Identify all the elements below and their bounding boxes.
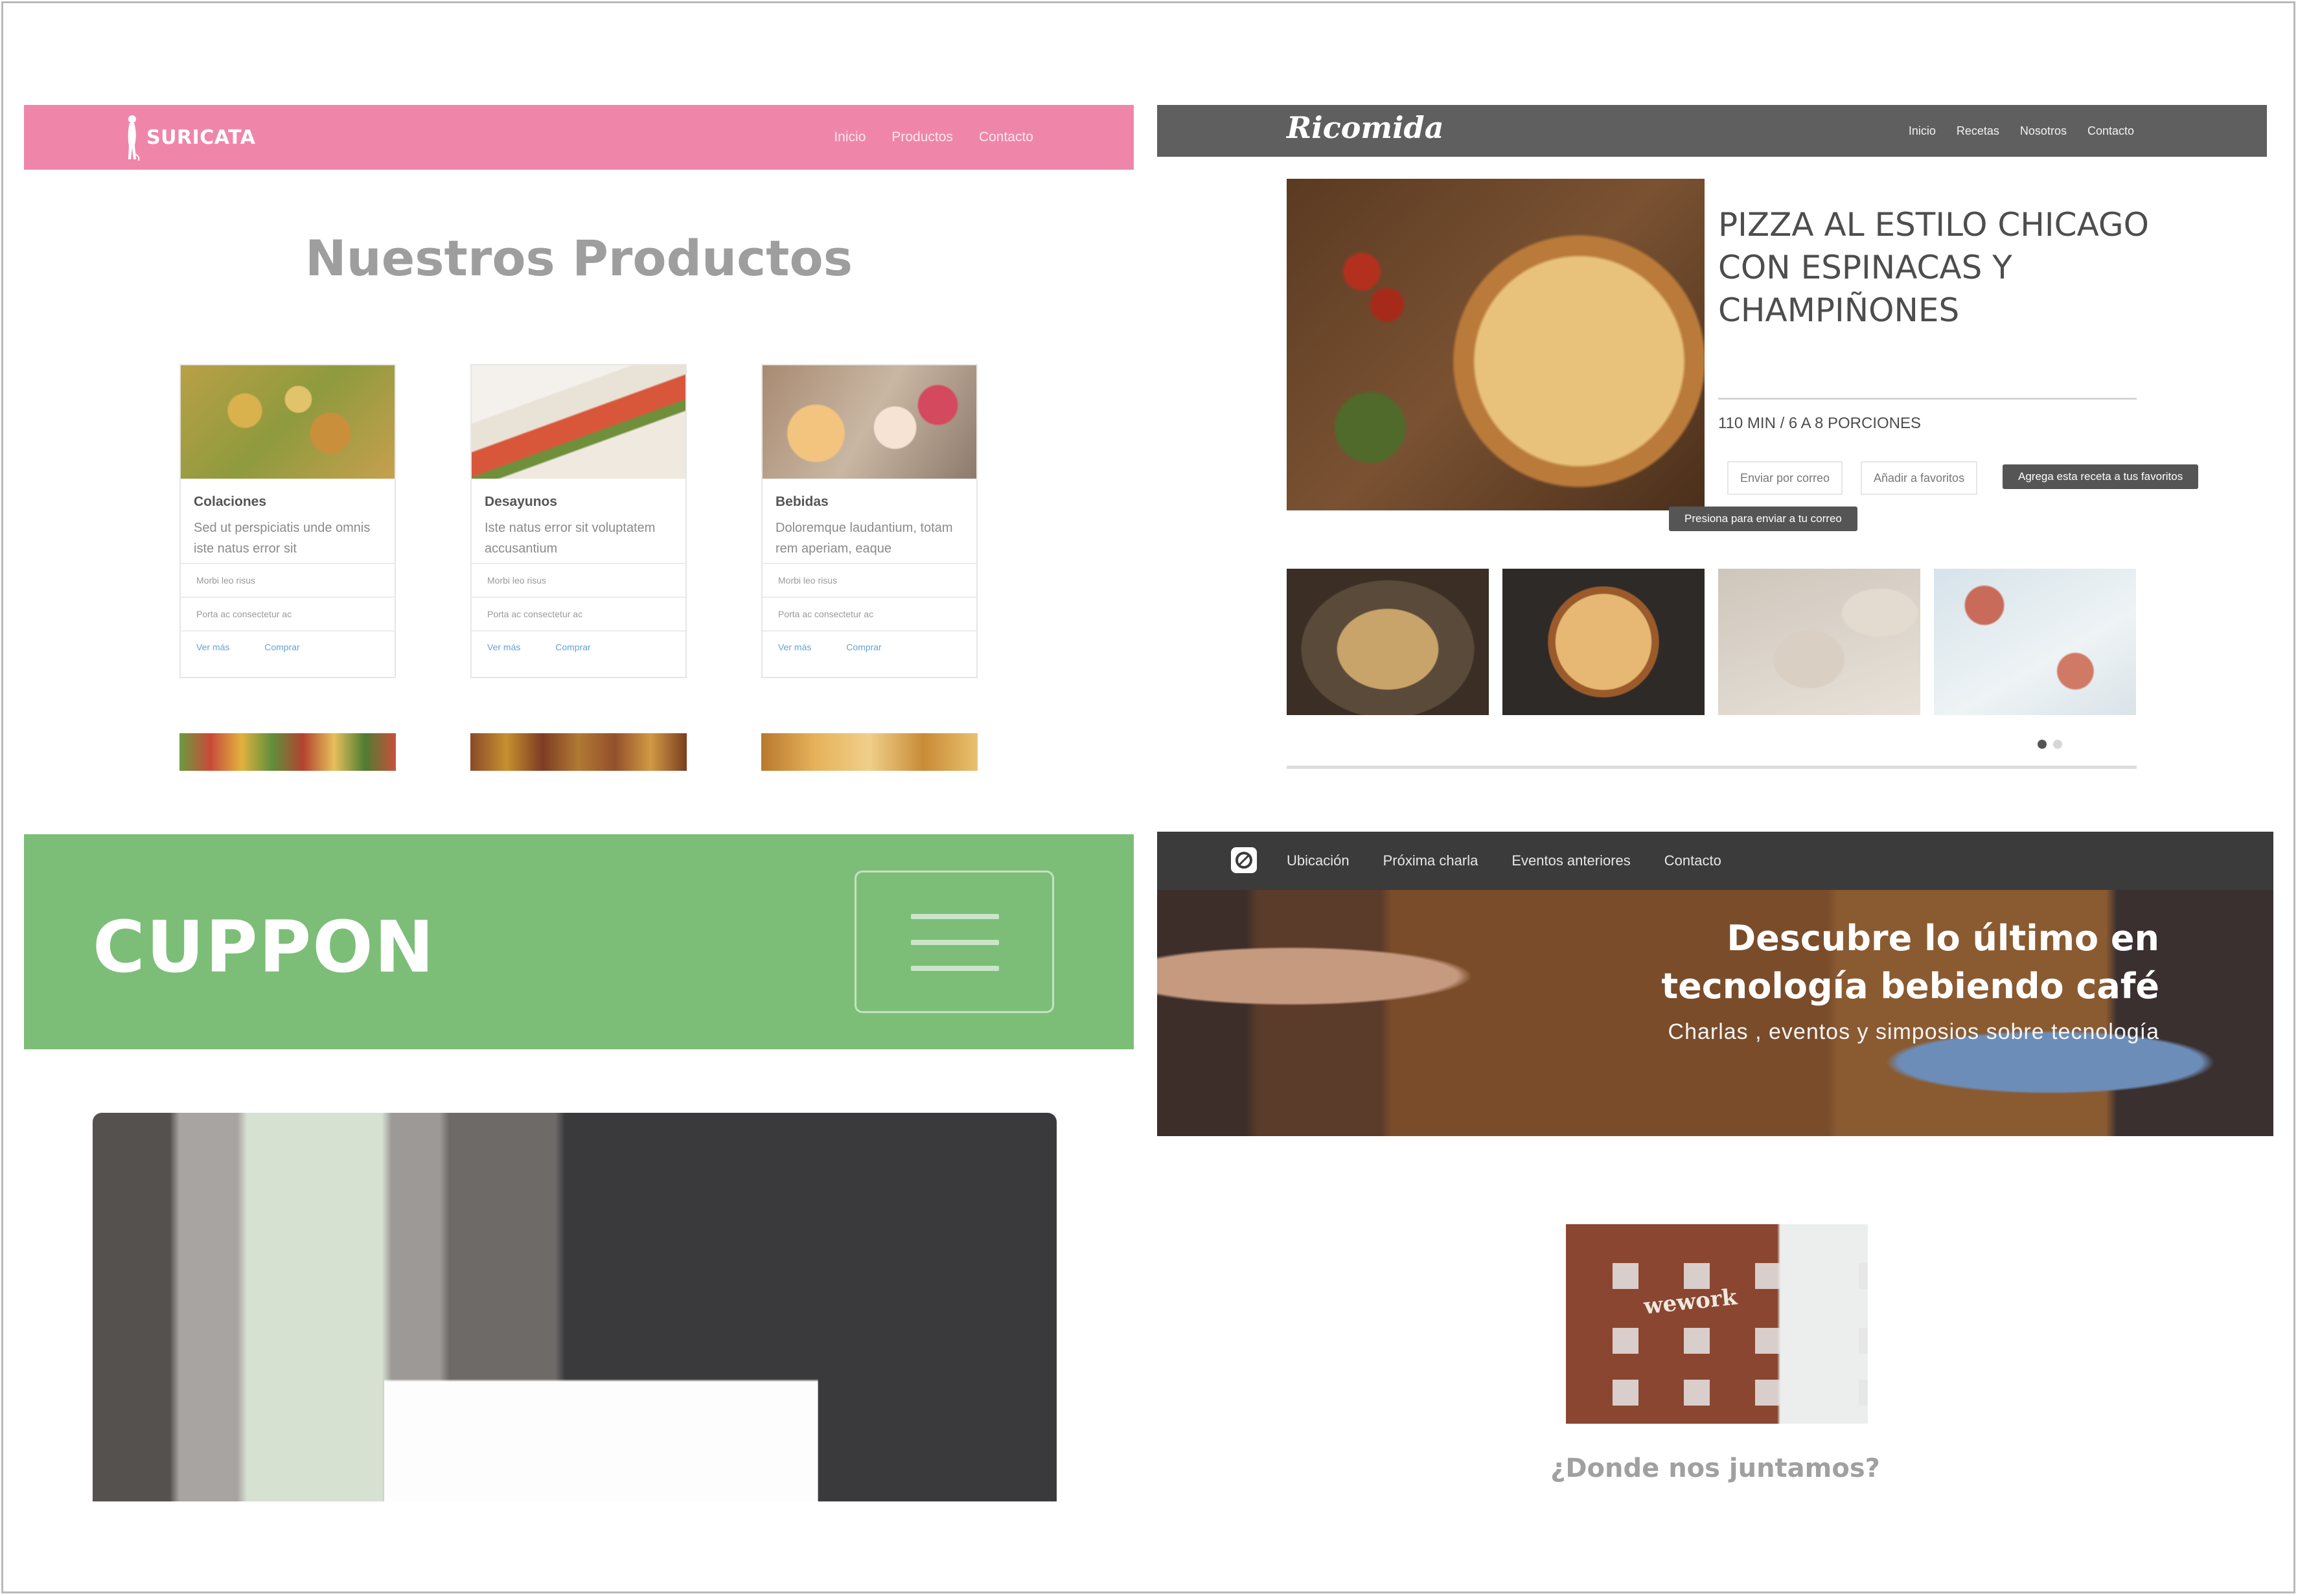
product-description: Sed ut perspiciatis unde omnis iste natu… (194, 521, 371, 556)
favorite-tooltip: Agrega esta receta a tus favoritos (2003, 464, 2199, 489)
product-description: Doloremque laudantium, totam rem aperiam… (776, 521, 953, 556)
divider (1718, 398, 2137, 400)
suricata-navbar: SURICATA Inicio Productos Contacto (24, 105, 1134, 170)
nav-nosotros[interactable]: Nosotros (2020, 124, 2067, 138)
ricomida-site: Ricomida Inicio Recetas Nosotros Contact… (1157, 105, 2267, 772)
ricomida-nav-links: Inicio Recetas Nosotros Contacto (1909, 105, 2134, 157)
email-button[interactable]: Enviar por correo (1727, 461, 1843, 495)
recipe-thumbnail[interactable] (1502, 569, 1705, 715)
product-links: Ver más Comprar (763, 630, 976, 663)
product-links: Ver más Comprar (472, 630, 685, 663)
product-name: Desayunos (485, 494, 558, 509)
recipe-hero-image (1287, 179, 1705, 510)
product-image (472, 365, 685, 479)
product-list-item: Porta ac consectetur ac (472, 597, 685, 630)
nav-proxima-charla[interactable]: Próxima charla (1383, 852, 1478, 869)
cuppon-navbar: CUPPON (24, 834, 1134, 1049)
hero-subtitle: Charlas , eventos y simposios sobre tecn… (1668, 1020, 2159, 1044)
nav-contacto[interactable]: Contacto (2087, 124, 2134, 138)
carousel-dot[interactable] (2038, 740, 2047, 749)
tech-cafe-navbar: Ubicación Próxima charla Eventos anterio… (1157, 832, 2273, 890)
building-photo: wework (1566, 1224, 1868, 1424)
product-image (181, 365, 395, 479)
recipe-thumbnail[interactable] (1934, 569, 2136, 715)
nav-contacto[interactable]: Contacto (979, 130, 1033, 145)
nav-inicio[interactable]: Inicio (834, 130, 866, 145)
comprar-link[interactable]: Comprar (555, 642, 590, 652)
suricata-logo[interactable]: SURICATA (124, 114, 256, 161)
product-list-item: Morbi leo risus (472, 563, 685, 597)
product-links: Ver más Comprar (181, 630, 395, 663)
ricomida-logo[interactable]: Ricomida (1287, 110, 1444, 145)
product-image-partial (761, 733, 978, 771)
comprar-link[interactable]: Comprar (264, 642, 299, 652)
tech-cafe-site: Ubicación Próxima charla Eventos anterio… (1157, 832, 2273, 1501)
nav-inicio[interactable]: Inicio (1909, 124, 1936, 138)
nav-eventos-anteriores[interactable]: Eventos anteriores (1511, 852, 1630, 869)
product-image-partial (179, 733, 396, 771)
meerkat-icon (128, 115, 140, 161)
coffee-logo-icon[interactable] (1231, 847, 1257, 873)
cuppon-brand[interactable]: CUPPON (93, 906, 435, 988)
coffee-icon (1235, 852, 1252, 869)
product-description: Iste natus error sit voluptatem accusant… (485, 521, 656, 556)
product-list-item: Porta ac consectetur ac (763, 597, 976, 630)
product-name: Bebidas (776, 494, 829, 509)
email-tooltip: Presiona para enviar a tu correo (1669, 507, 1857, 531)
comprar-link[interactable]: Comprar (846, 642, 881, 652)
nav-contacto[interactable]: Contacto (1664, 852, 1721, 869)
product-list-item: Porta ac consectetur ac (181, 597, 395, 630)
product-list-item: Morbi leo risus (181, 563, 395, 597)
hamburger-line (911, 966, 999, 971)
product-list-item: Morbi leo risus (763, 563, 976, 597)
product-image-partial (470, 733, 687, 771)
cuppon-site: CUPPON (24, 834, 1134, 1501)
recipe-thumbnail[interactable] (1287, 569, 1489, 715)
carousel-dot[interactable] (2053, 740, 2062, 749)
product-card[interactable]: Colaciones Sed ut perspiciatis unde omni… (179, 364, 396, 678)
product-image (763, 365, 976, 479)
ver-mas-link[interactable]: Ver más (196, 642, 229, 652)
favorite-button[interactable]: Añadir a favoritos (1861, 461, 1978, 495)
building-sign: wework (1642, 1284, 1739, 1320)
suricata-brand: SURICATA (146, 126, 256, 149)
ver-mas-link[interactable]: Ver más (778, 642, 811, 652)
hamburger-line (911, 914, 999, 919)
product-card[interactable]: Bebidas Doloremque laudantium, totam rem… (761, 364, 978, 678)
location-question: ¿Donde nos juntamos? (1550, 1454, 1880, 1483)
bedroom-photo (93, 1113, 1057, 1501)
ver-mas-link[interactable]: Ver más (487, 642, 520, 652)
product-name: Colaciones (194, 494, 267, 509)
products-heading: Nuestros Productos (305, 229, 853, 287)
recipe-title: PIZZA AL ESTILO CHICAGO CON ESPINACAS Y … (1718, 206, 2149, 329)
nav-productos[interactable]: Productos (891, 130, 953, 145)
suricata-nav-links: Inicio Productos Contacto (834, 105, 1033, 170)
divider (1287, 766, 2137, 769)
hamburger-menu-button[interactable] (855, 871, 1054, 1013)
nav-recetas[interactable]: Recetas (1957, 124, 1999, 138)
recipe-thumbnail[interactable] (1718, 569, 1920, 715)
nav-ubicacion[interactable]: Ubicación (1287, 852, 1350, 869)
suricata-site: SURICATA Inicio Productos Contacto Nuest… (24, 105, 1134, 772)
tech-cafe-nav-links: Ubicación Próxima charla Eventos anterio… (1287, 832, 1721, 890)
hero-title: Descubre lo último en tecnología bebiend… (1661, 918, 2159, 1007)
product-card[interactable]: Desayunos Iste natus error sit voluptate… (470, 364, 687, 678)
recipe-meta: 110 MIN / 6 A 8 PORCIONES (1718, 415, 1922, 432)
hamburger-line (911, 940, 999, 945)
ricomida-navbar: Ricomida Inicio Recetas Nosotros Contact… (1157, 105, 2267, 157)
